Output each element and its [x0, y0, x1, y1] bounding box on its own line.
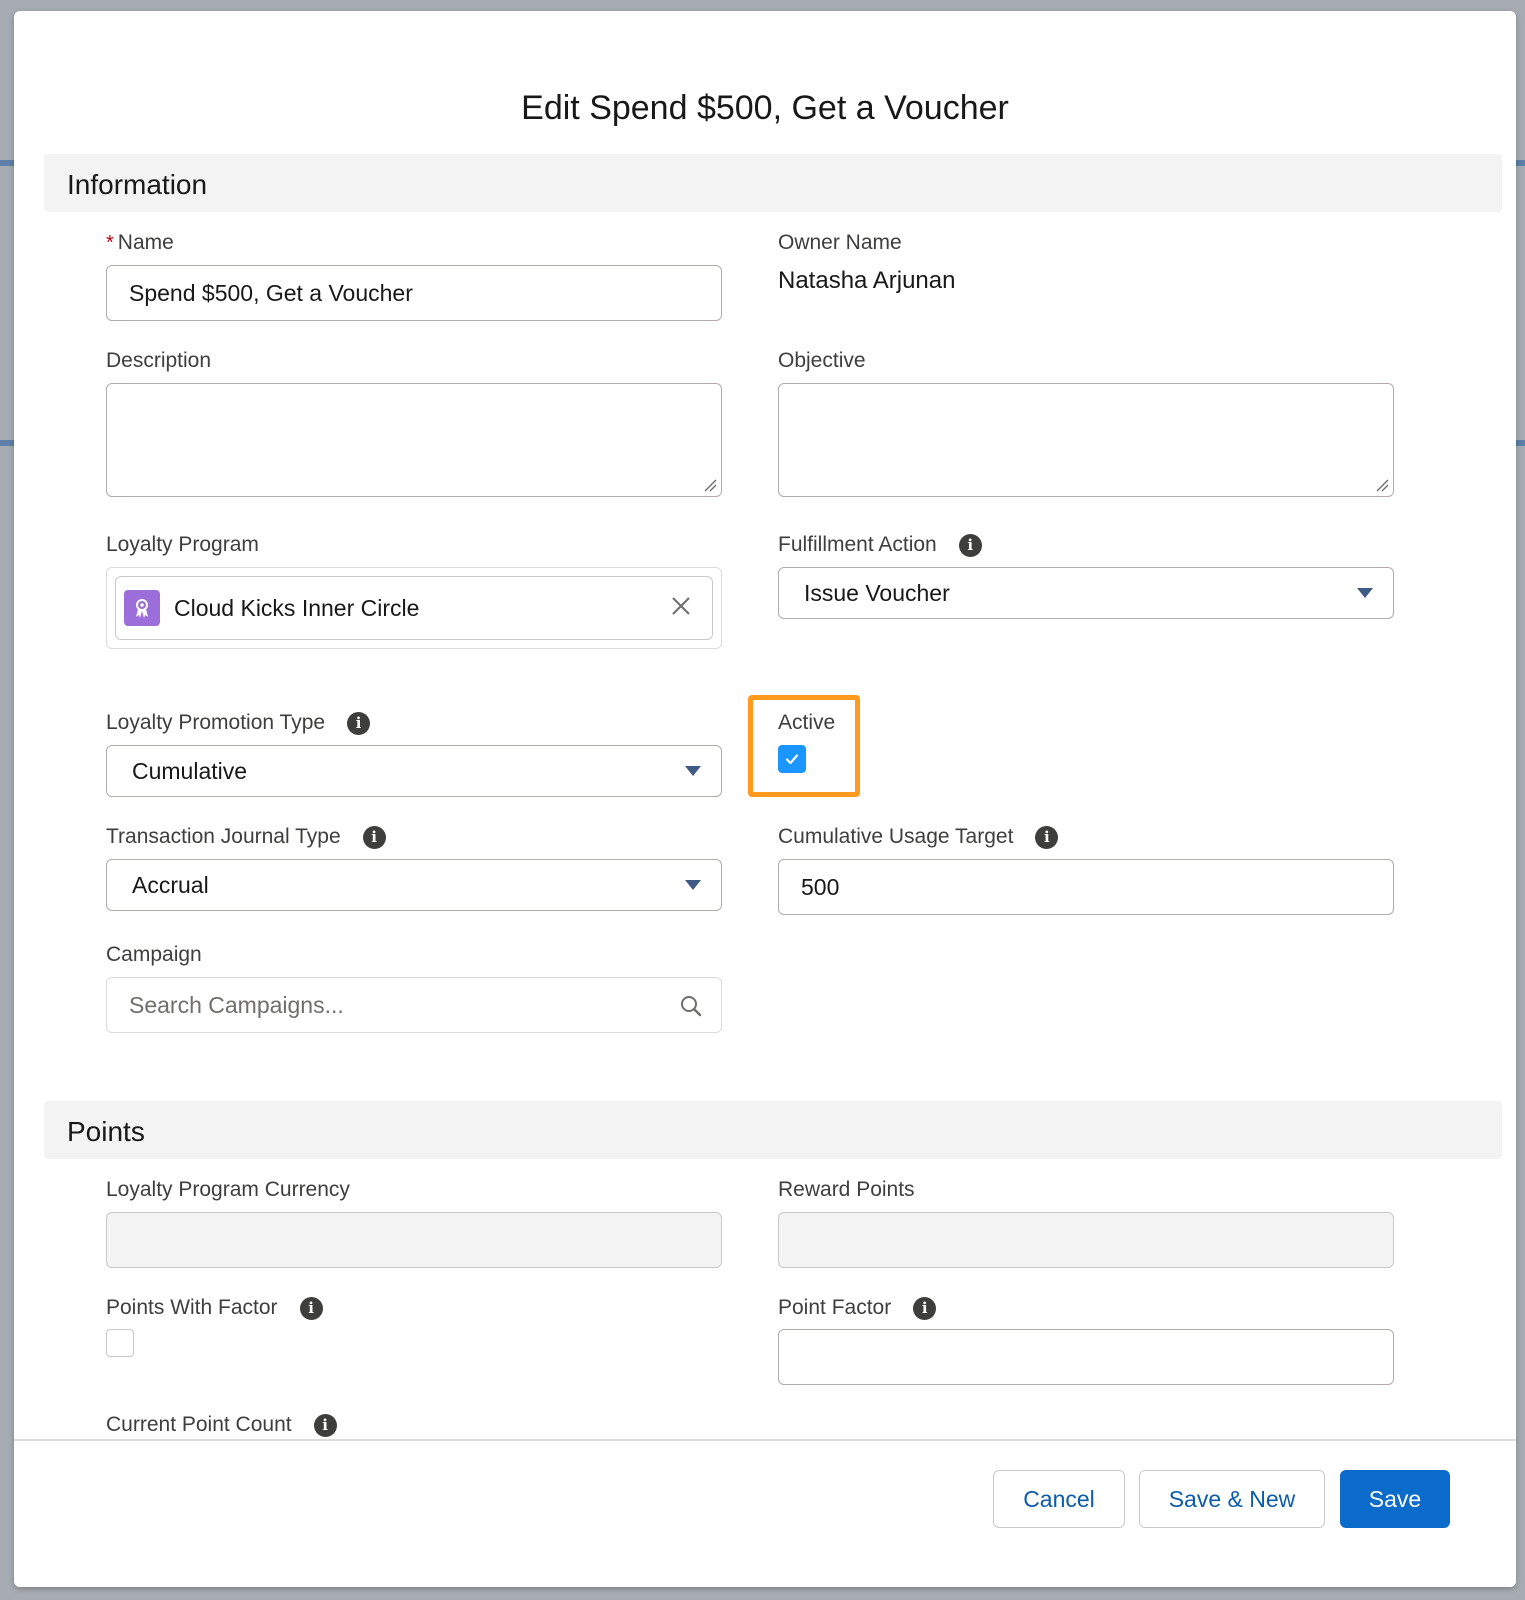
- points-with-factor-checkbox[interactable]: [106, 1329, 134, 1357]
- section-header-points[interactable]: Points: [44, 1101, 1502, 1159]
- current-point-count-label: Current Point Count i: [106, 1413, 337, 1437]
- fulfillment-action-select[interactable]: Issue Voucher: [778, 567, 1394, 619]
- save-button[interactable]: Save: [1340, 1470, 1450, 1528]
- point-factor-label-text: Point Factor: [778, 1296, 892, 1319]
- loyalty-program-value: Cloud Kicks Inner Circle: [174, 594, 420, 621]
- search-icon: [681, 996, 702, 1017]
- loyalty-program-pill[interactable]: Cloud Kicks Inner Circle: [115, 576, 713, 640]
- cumulative-usage-target-field[interactable]: 500: [778, 859, 1394, 915]
- info-icon[interactable]: i: [347, 711, 371, 735]
- name-label-text: Name: [117, 231, 174, 254]
- save-and-new-button[interactable]: Save & New: [1139, 1470, 1325, 1528]
- description-textarea[interactable]: [106, 383, 722, 497]
- loyalty-program-currency-label: Loyalty Program Currency: [106, 1178, 350, 1201]
- section-title: Information: [67, 169, 208, 200]
- points-with-factor-label-text: Points With Factor: [106, 1296, 278, 1319]
- info-icon[interactable]: i: [299, 1296, 323, 1320]
- campaign-search-input[interactable]: Search Campaigns...: [106, 977, 722, 1033]
- checkmark-icon: [785, 754, 799, 765]
- loyalty-promotion-type-label: Loyalty Promotion Type i: [106, 711, 371, 735]
- info-icon[interactable]: i: [1035, 825, 1059, 849]
- point-factor-label: Point Factor i: [778, 1296, 937, 1320]
- chevron-down-icon: [1357, 588, 1373, 598]
- cancel-button[interactable]: Cancel: [993, 1470, 1125, 1528]
- loyalty-promotion-type-label-text: Loyalty Promotion Type: [106, 711, 326, 734]
- current-point-count-label-text: Current Point Count: [106, 1413, 292, 1436]
- objective-textarea[interactable]: [778, 383, 1394, 497]
- modal-footer: Cancel Save & New Save: [14, 1441, 1516, 1587]
- campaign-placeholder: Search Campaigns...: [129, 991, 344, 1018]
- reward-points-field: [778, 1212, 1394, 1268]
- loyalty-program-currency-field: [106, 1212, 722, 1268]
- loyalty-program-icon: [124, 590, 160, 626]
- section-header-information[interactable]: Information: [44, 154, 1502, 212]
- clear-selection-icon[interactable]: [670, 595, 692, 617]
- resize-grip-icon[interactable]: [703, 478, 717, 492]
- modal-title: Edit Spend $500, Get a Voucher: [521, 89, 1009, 127]
- owner-name-label: Owner Name: [778, 231, 902, 254]
- name-field[interactable]: Spend $500, Get a Voucher: [106, 265, 722, 321]
- info-icon[interactable]: i: [913, 1296, 937, 1320]
- info-icon[interactable]: i: [362, 825, 386, 849]
- fulfillment-action-label: Fulfillment Action i: [778, 533, 982, 557]
- loyalty-program-label: Loyalty Program: [106, 533, 259, 556]
- info-icon[interactable]: i: [313, 1413, 337, 1437]
- required-marker: *: [106, 231, 114, 254]
- transaction-journal-type-value: Accrual: [132, 871, 209, 898]
- edit-modal: Edit Spend $500, Get a Voucher Informati…: [14, 11, 1516, 1587]
- resize-grip-icon[interactable]: [1375, 478, 1389, 492]
- chevron-down-icon: [685, 880, 701, 890]
- loyalty-promotion-type-select[interactable]: Cumulative: [106, 745, 722, 797]
- campaign-label: Campaign: [106, 943, 202, 966]
- section-title: Points: [67, 1116, 145, 1147]
- loyalty-program-lookup: Cloud Kicks Inner Circle: [106, 567, 722, 649]
- transaction-journal-type-label-text: Transaction Journal Type: [106, 825, 341, 848]
- transaction-journal-type-select[interactable]: Accrual: [106, 859, 722, 911]
- chevron-down-icon: [685, 766, 701, 776]
- cumulative-usage-target-label: Cumulative Usage Target i: [778, 825, 1059, 849]
- transaction-journal-type-label: Transaction Journal Type i: [106, 825, 386, 849]
- name-label: * Name: [106, 231, 174, 255]
- name-value: Spend $500, Get a Voucher: [129, 279, 413, 306]
- active-label: Active: [778, 711, 836, 734]
- fulfillment-action-label-text: Fulfillment Action: [778, 533, 937, 556]
- active-checkbox[interactable]: [778, 745, 806, 773]
- info-icon[interactable]: i: [958, 533, 982, 557]
- fulfillment-action-value: Issue Voucher: [804, 579, 950, 606]
- cumulative-usage-target-label-text: Cumulative Usage Target: [778, 825, 1014, 848]
- objective-label: Objective: [778, 349, 866, 372]
- cumulative-usage-target-value: 500: [801, 873, 840, 900]
- point-factor-field[interactable]: [778, 1329, 1394, 1385]
- description-label: Description: [106, 349, 212, 372]
- points-with-factor-label: Points With Factor i: [106, 1296, 323, 1320]
- loyalty-promotion-type-value: Cumulative: [132, 757, 248, 784]
- reward-points-label: Reward Points: [778, 1178, 915, 1201]
- owner-name-value: Natasha Arjunan: [778, 267, 956, 294]
